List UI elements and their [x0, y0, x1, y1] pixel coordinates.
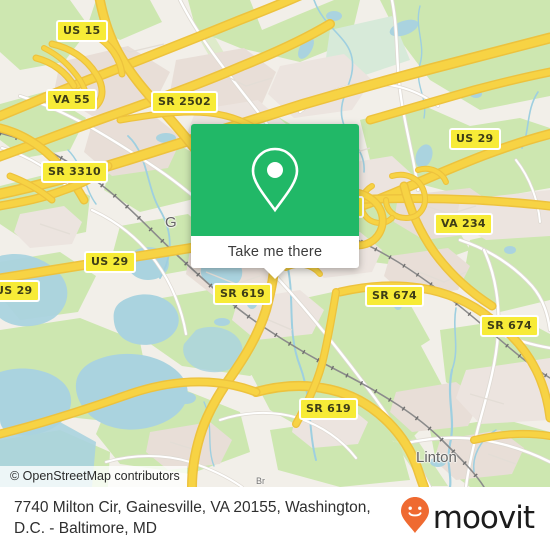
place-label-br: Br — [256, 476, 265, 486]
place-label-gainesville: G — [165, 214, 177, 231]
moovit-pin-smiley-icon — [400, 496, 430, 541]
popup-image-area — [191, 124, 359, 236]
road-shield: US 15 — [56, 20, 108, 42]
moovit-brand[interactable]: moovit — [400, 496, 540, 541]
road-shield: SR 674 — [480, 315, 539, 337]
location-popup[interactable]: Take me there — [191, 124, 359, 279]
place-label-linton: Linton — [416, 449, 457, 466]
road-shield: SR 619 — [299, 398, 358, 420]
road-shield: SR 2502 — [151, 91, 218, 113]
popup-action-bar[interactable]: Take me there — [191, 236, 359, 268]
popup-pointer — [264, 268, 286, 279]
osm-attribution[interactable]: © OpenStreetMap contributors — [0, 466, 187, 487]
road-shield: SR 674 — [365, 285, 424, 307]
moovit-map-screenshot: .grn { fill:#cde7b0; } .grn2 { fill:#d7e… — [0, 0, 550, 550]
road-shield: SR 3310 — [41, 161, 108, 183]
road-shield: VA 234 — [434, 213, 493, 235]
caption-bar: 7740 Milton Cir, Gainesville, VA 20155, … — [0, 487, 550, 550]
road-shield: US 29 — [449, 128, 501, 150]
moovit-wordmark: moovit — [432, 500, 535, 536]
road-shield: US 29 — [84, 251, 136, 273]
address-caption: 7740 Milton Cir, Gainesville, VA 20155, … — [14, 499, 371, 537]
road-shield: VA 55 — [46, 89, 97, 111]
map-pin-icon — [247, 145, 303, 215]
road-shield: US 29 — [0, 280, 40, 302]
road-shield: SR 619 — [213, 283, 272, 305]
take-me-there-button[interactable]: Take me there — [228, 244, 322, 260]
map-canvas[interactable]: .grn { fill:#cde7b0; } .grn2 { fill:#d7e… — [0, 0, 550, 487]
